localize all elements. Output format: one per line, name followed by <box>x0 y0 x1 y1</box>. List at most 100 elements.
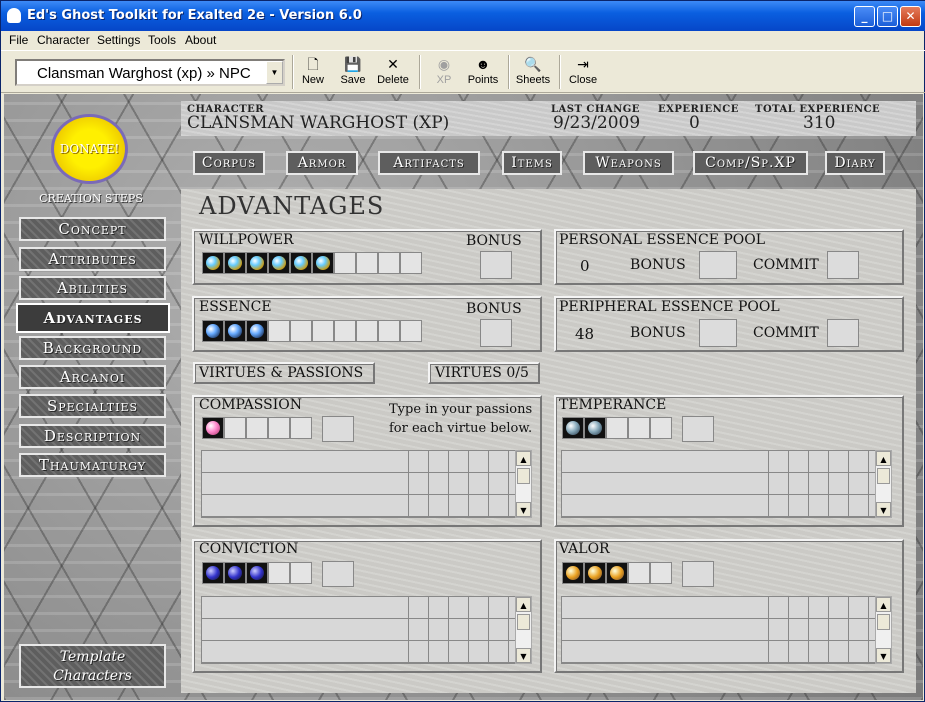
passion-row[interactable] <box>202 451 515 473</box>
close-window-button[interactable]: ✕ <box>900 6 921 27</box>
passion-dot-cell[interactable] <box>809 451 829 472</box>
scroll-down-icon[interactable]: ▼ <box>516 502 531 517</box>
empty-dot[interactable] <box>290 562 312 584</box>
scroll-up-icon[interactable]: ▲ <box>876 597 891 612</box>
passion-row[interactable] <box>562 451 875 473</box>
filled-dot[interactable] <box>290 252 312 274</box>
passion-dot-cell[interactable] <box>409 619 429 640</box>
passion-dot-cell[interactable] <box>449 619 469 640</box>
empty-dot[interactable] <box>378 320 400 342</box>
empty-dot[interactable] <box>400 320 422 342</box>
willpower-dots[interactable] <box>202 252 422 274</box>
chevron-down-icon[interactable]: ▼ <box>266 61 283 84</box>
passion-dot-cell[interactable] <box>849 597 869 618</box>
scroll-up-icon[interactable]: ▲ <box>876 451 891 466</box>
compassion-scrollbar[interactable]: ▲ ▼ <box>515 450 532 518</box>
step-advantages[interactable]: Advantages <box>16 303 170 333</box>
passion-dot-cell[interactable] <box>429 597 449 618</box>
passion-dot-cell[interactable] <box>809 473 829 494</box>
passion-dot-cell[interactable] <box>849 641 869 662</box>
filled-dot[interactable] <box>202 320 224 342</box>
passion-dot-cell[interactable] <box>409 495 429 516</box>
step-specialties[interactable]: Specialties <box>19 394 166 418</box>
filled-dot[interactable] <box>202 562 224 584</box>
passion-row[interactable] <box>562 619 875 641</box>
conviction-passions-table[interactable] <box>201 596 516 664</box>
valor-extra-input[interactable] <box>682 561 714 587</box>
menu-character[interactable]: Character <box>37 33 90 47</box>
passion-dot-cell[interactable] <box>409 597 429 618</box>
passion-row[interactable] <box>202 597 515 619</box>
passion-dot-cell[interactable] <box>769 597 789 618</box>
peripheral-commit-input[interactable] <box>827 319 859 347</box>
passion-name-cell[interactable] <box>562 473 769 494</box>
passion-dot-cell[interactable] <box>429 641 449 662</box>
personal-bonus-input[interactable] <box>699 251 737 279</box>
step-arcanoi[interactable]: Arcanoi <box>19 365 166 389</box>
passion-dot-cell[interactable] <box>829 451 849 472</box>
empty-dot[interactable] <box>606 417 628 439</box>
passion-name-cell[interactable] <box>562 619 769 640</box>
step-background[interactable]: Background <box>19 336 166 360</box>
step-attributes[interactable]: Attributes <box>19 247 166 271</box>
compassion-extra-input[interactable] <box>322 416 354 442</box>
passion-dot-cell[interactable] <box>469 597 489 618</box>
scroll-thumb[interactable] <box>517 614 530 630</box>
minimize-button[interactable]: _ <box>854 6 875 27</box>
passion-dot-cell[interactable] <box>809 641 829 662</box>
passion-dot-cell[interactable] <box>789 641 809 662</box>
empty-dot[interactable] <box>628 417 650 439</box>
passion-dot-cell[interactable] <box>769 473 789 494</box>
passion-row[interactable] <box>562 597 875 619</box>
passion-row[interactable] <box>562 495 875 517</box>
empty-dot[interactable] <box>224 417 246 439</box>
step-thaumaturgy[interactable]: Thaumaturgy <box>19 453 166 477</box>
empty-dot[interactable] <box>246 417 268 439</box>
delete-button[interactable]: ✕ Delete <box>375 54 411 92</box>
passion-dot-cell[interactable] <box>769 619 789 640</box>
passion-dot-cell[interactable] <box>829 597 849 618</box>
passion-dot-cell[interactable] <box>449 641 469 662</box>
passion-dot-cell[interactable] <box>429 451 449 472</box>
passion-dot-cell[interactable] <box>789 619 809 640</box>
empty-dot[interactable] <box>650 562 672 584</box>
filled-dot[interactable] <box>562 417 584 439</box>
passion-dot-cell[interactable] <box>829 619 849 640</box>
menu-file[interactable]: File <box>9 33 28 47</box>
passion-dot-cell[interactable] <box>429 495 449 516</box>
passion-dot-cell[interactable] <box>449 597 469 618</box>
empty-dot[interactable] <box>400 252 422 274</box>
passion-dot-cell[interactable] <box>449 495 469 516</box>
passion-dot-cell[interactable] <box>829 495 849 516</box>
scroll-up-icon[interactable]: ▲ <box>516 451 531 466</box>
maximize-button[interactable]: □ <box>877 6 898 27</box>
valor-passions-table[interactable] <box>561 596 876 664</box>
close-button[interactable]: ⇥ Close <box>567 54 599 92</box>
xp-button[interactable]: ◉ XP <box>431 54 457 92</box>
conviction-scrollbar[interactable]: ▲ ▼ <box>515 596 532 664</box>
filled-dot[interactable] <box>224 252 246 274</box>
passion-dot-cell[interactable] <box>409 473 429 494</box>
filled-dot[interactable] <box>312 252 334 274</box>
empty-dot[interactable] <box>334 252 356 274</box>
passion-row[interactable] <box>562 641 875 663</box>
filled-dot[interactable] <box>202 252 224 274</box>
sheets-button[interactable]: 🔍 Sheets <box>514 54 552 92</box>
passion-dot-cell[interactable] <box>489 641 509 662</box>
passion-row[interactable] <box>202 641 515 663</box>
scroll-down-icon[interactable]: ▼ <box>876 648 891 663</box>
filled-dot[interactable] <box>584 417 606 439</box>
step-description[interactable]: Description <box>19 424 166 448</box>
empty-dot[interactable] <box>334 320 356 342</box>
tab-diary[interactable]: Diary <box>825 151 885 175</box>
passion-dot-cell[interactable] <box>809 495 829 516</box>
filled-dot[interactable] <box>268 252 290 274</box>
passion-dot-cell[interactable] <box>849 451 869 472</box>
conviction-dots[interactable] <box>202 562 312 584</box>
filled-dot[interactable] <box>246 320 268 342</box>
personal-commit-input[interactable] <box>827 251 859 279</box>
passion-dot-cell[interactable] <box>469 495 489 516</box>
menu-tools[interactable]: Tools <box>148 33 176 47</box>
filled-dot[interactable] <box>202 417 224 439</box>
passion-dot-cell[interactable] <box>789 451 809 472</box>
